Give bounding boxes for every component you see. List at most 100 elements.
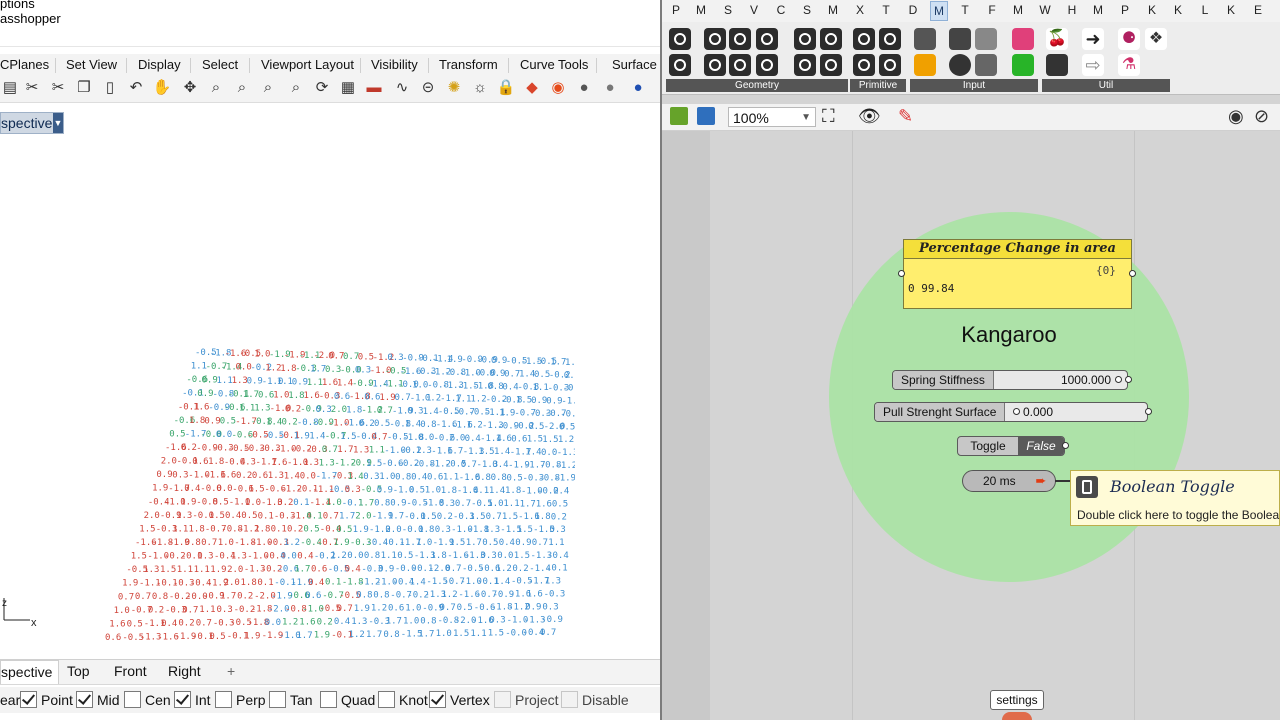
gh-tab-vector[interactable]: V: [746, 3, 762, 17]
field-icon[interactable]: [794, 54, 816, 76]
osnap-point[interactable]: Point: [20, 690, 73, 710]
gh-tab-e[interactable]: E: [1250, 3, 1266, 17]
save-icon[interactable]: ▤: [0, 78, 20, 98]
settings-component-top[interactable]: [1002, 712, 1032, 720]
tab-visibility[interactable]: Visibility: [371, 57, 418, 72]
gh-tab-k2[interactable]: K: [1170, 3, 1186, 17]
osnap-knot[interactable]: Knot: [378, 690, 428, 710]
osnap-quad[interactable]: Quad: [320, 690, 375, 710]
gh-tab-t[interactable]: T: [957, 3, 973, 17]
settings-label[interactable]: settings: [990, 690, 1044, 710]
paste-icon[interactable]: ▯: [100, 78, 120, 98]
arrow-outline-icon[interactable]: ⇨: [1082, 54, 1104, 76]
sketch-icon[interactable]: ✎: [898, 106, 913, 127]
tab-cplanes[interactable]: CPlanes: [0, 57, 49, 72]
curve-icon[interactable]: ∿: [392, 78, 412, 98]
zoom-icon[interactable]: ⌕: [206, 78, 226, 98]
osnap-project[interactable]: Project: [494, 690, 559, 710]
gh-tab-k3[interactable]: K: [1223, 3, 1239, 17]
flask-icon[interactable]: ⚗: [1118, 54, 1140, 76]
panel-output-grip[interactable]: [1129, 270, 1136, 277]
osnap-int[interactable]: Int: [174, 690, 211, 710]
color-wheel-icon[interactable]: ◉: [548, 78, 568, 98]
tree-icon[interactable]: [1046, 54, 1068, 76]
zoom-extents-icon[interactable]: ⛶: [822, 106, 835, 127]
gh-tab-p[interactable]: P: [1117, 3, 1133, 17]
spring-output-grip[interactable]: [1125, 376, 1132, 383]
osnap-mid[interactable]: Mid: [76, 690, 120, 710]
slider-knob[interactable]: [1013, 408, 1020, 415]
geometry-icon[interactable]: [669, 28, 691, 50]
menu-grasshopper-text[interactable]: asshopper: [0, 11, 61, 26]
pull-strength-slider[interactable]: Pull Strenght Surface 0.000: [874, 402, 1148, 422]
spheres-icon[interactable]: ⚈: [1118, 28, 1140, 50]
toggle-value[interactable]: False: [1018, 437, 1064, 455]
light-icon[interactable]: ✺: [444, 78, 464, 98]
osnap-tan[interactable]: Tan: [269, 690, 313, 710]
tab-select[interactable]: Select: [202, 57, 238, 72]
copy-icon[interactable]: ❐: [74, 78, 94, 98]
menu-options-text[interactable]: ptions: [0, 0, 35, 11]
boolean-toggle[interactable]: Toggle False: [957, 436, 1065, 456]
button-icon[interactable]: [975, 28, 997, 50]
preview-wire-icon[interactable]: ⊘: [1254, 106, 1269, 127]
timer-component[interactable]: 20 ms ➨: [962, 470, 1056, 492]
cut-icon[interactable]: ✂: [22, 78, 42, 98]
panel-input-grip[interactable]: [898, 270, 905, 277]
tab-top[interactable]: Top: [67, 663, 90, 679]
osnap-disable[interactable]: Disable: [561, 690, 629, 710]
text-icon[interactable]: [879, 54, 901, 76]
shaded-icon[interactable]: ●: [574, 78, 594, 98]
eye-icon[interactable]: 👁: [858, 106, 881, 127]
mesh-icon[interactable]: [704, 54, 726, 76]
chevron-down-icon[interactable]: ▼: [53, 113, 63, 133]
lock-icon[interactable]: 🔒: [496, 78, 516, 98]
move-icon[interactable]: ✥: [180, 78, 200, 98]
gh-tab-surface[interactable]: S: [799, 3, 815, 17]
gh-tab-curve[interactable]: C: [773, 3, 789, 17]
rendered-icon[interactable]: ●: [600, 78, 620, 98]
zoom-dropdown[interactable]: 100% ▼: [728, 107, 816, 127]
bulb-icon[interactable]: ☼: [470, 78, 490, 98]
slider-knob[interactable]: [1115, 376, 1122, 383]
tab-perspective[interactable]: spective: [0, 660, 60, 684]
grid-icon[interactable]: ▦: [338, 78, 358, 98]
gh-tab-l[interactable]: L: [1197, 3, 1213, 17]
gh-tab-sets[interactable]: S: [720, 3, 736, 17]
gh-tab-m3[interactable]: M: [1090, 3, 1106, 17]
open-file-icon[interactable]: [670, 107, 688, 125]
viewport-title[interactable]: spective ▼: [0, 112, 64, 134]
gh-tab-h[interactable]: H: [1064, 3, 1080, 17]
gh-tab-w[interactable]: W: [1037, 3, 1053, 17]
circle-icon[interactable]: [704, 28, 726, 50]
toggle-output-grip[interactable]: [1062, 442, 1069, 449]
group-icon[interactable]: [794, 28, 816, 50]
curve-icon[interactable]: [729, 28, 751, 50]
undo-icon[interactable]: ↶: [126, 78, 146, 98]
tab-transform[interactable]: Transform: [439, 57, 498, 72]
shield-icon[interactable]: ◆: [522, 78, 542, 98]
gh-tab-active[interactable]: M: [930, 1, 948, 21]
graph-icon[interactable]: [914, 54, 936, 76]
tab-set-view[interactable]: Set View: [66, 57, 117, 72]
sphere-icon[interactable]: ●: [628, 78, 648, 98]
gradient-icon[interactable]: [1012, 28, 1034, 50]
geometry-icon[interactable]: [669, 54, 691, 76]
add-viewport-button[interactable]: +: [227, 663, 235, 679]
tab-viewport-layout[interactable]: Viewport Layout: [261, 57, 354, 72]
rotate-view-icon[interactable]: ⟳: [312, 78, 332, 98]
gh-tab-f[interactable]: F: [984, 3, 1000, 17]
dial-icon[interactable]: [949, 54, 971, 76]
transform-icon[interactable]: [820, 28, 842, 50]
cut-icon[interactable]: ✂: [48, 78, 68, 98]
gh-tab-transform[interactable]: T: [878, 3, 894, 17]
arrow-right-icon[interactable]: ➜: [1082, 28, 1104, 50]
gh-tab-intersect[interactable]: X: [852, 3, 868, 17]
zoom-selected-icon[interactable]: ⌕: [286, 78, 306, 98]
molecule-icon[interactable]: ❖: [1145, 28, 1167, 50]
osnap-near[interactable]: ear: [0, 690, 20, 710]
zoom-extents-icon[interactable]: ⌕: [258, 78, 278, 98]
surface-icon[interactable]: [756, 28, 778, 50]
gh-tab-display[interactable]: D: [905, 3, 921, 17]
gh-tab-m2[interactable]: M: [1010, 3, 1026, 17]
